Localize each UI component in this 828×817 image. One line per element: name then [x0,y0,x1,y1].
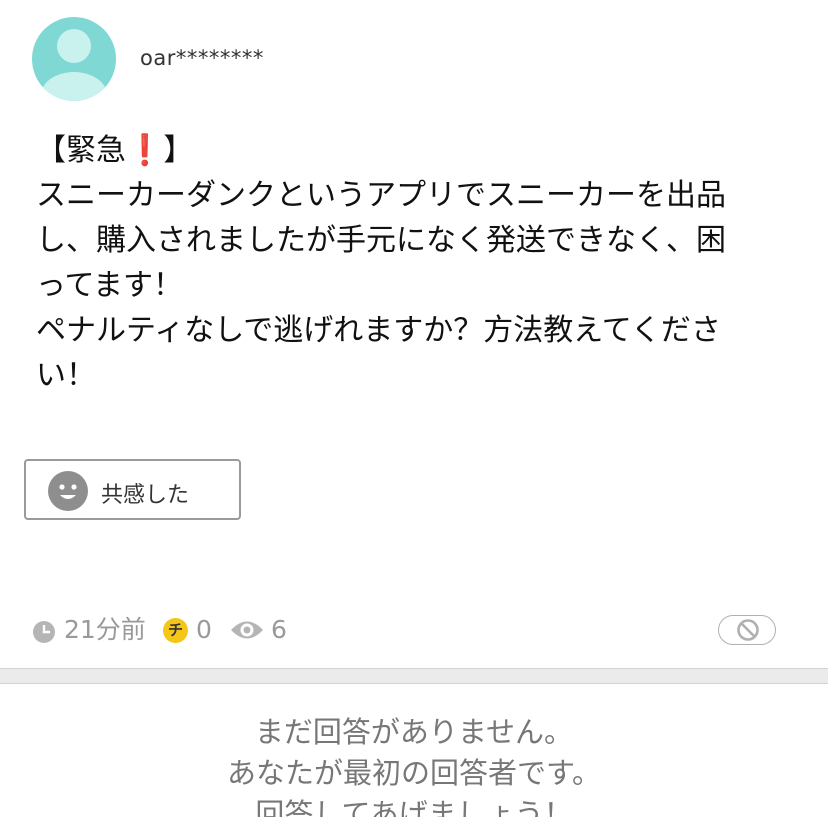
avatar-body-shape [41,72,107,101]
question-meta: 21分前 チ 0 6 [0,612,828,648]
question-title-open: 【緊急 [36,133,126,168]
question-line-2: スニーカーダンクというアプリでスニーカーを出品 [36,178,726,213]
no-answer-message: まだ回答がありません。 あなたが最初の回答者です。 回答してあげましょう！ [0,712,828,817]
view-count: 6 [271,615,287,644]
empathy-button[interactable]: 共感した [24,459,241,520]
question-line-1: 【緊急❗️】 [36,128,776,173]
coin-icon: チ [163,618,188,643]
question-page: oar******** 【緊急❗️】 スニーカーダンクというアプリでスニーカーを… [0,0,828,817]
coin-count: 0 [196,615,212,644]
smiley-face-icon [48,471,88,511]
eye-icon [229,617,265,653]
user-avatar[interactable] [32,17,116,101]
username[interactable]: oar******** [140,46,264,70]
no-answer-line-1: まだ回答がありません。 [254,715,574,749]
clock-icon [32,618,56,654]
question-body: 【緊急❗️】 スニーカーダンクというアプリでスニーカーを出品 し、購入されました… [36,128,776,398]
question-line-5: ペナルティなしで逃げれますか？方法教えてくださ [36,313,721,348]
question-line-3: し、購入されましたが手元になく発送できなく、困 [36,223,726,258]
empathy-label: 共感した [101,483,190,508]
section-divider [0,668,828,684]
no-answer-line-3: 回答してあげましょう！ [255,797,573,817]
exclamation-icon: ❗️ [126,133,164,168]
time-ago: 21分前 [64,615,146,644]
avatar-head-shape [57,29,91,63]
report-icon [736,618,760,646]
no-answer-line-2: あなたが最初の回答者です。 [226,756,602,790]
report-button[interactable] [718,615,776,645]
question-line-4: ってます！ [36,268,183,303]
question-line-6: い！ [36,358,96,393]
question-title-close: 】 [163,133,194,168]
